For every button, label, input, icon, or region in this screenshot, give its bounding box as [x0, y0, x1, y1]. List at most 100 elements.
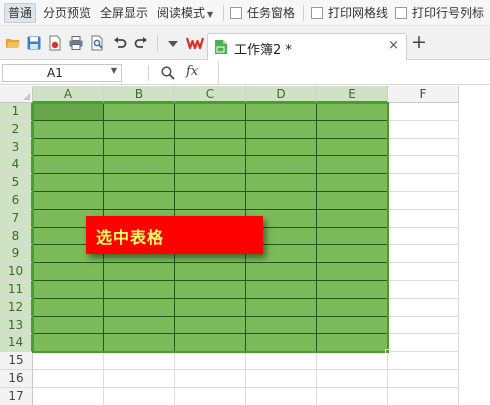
row-header-6[interactable]: 6 — [0, 192, 33, 210]
cell-e12[interactable] — [317, 298, 388, 317]
cell-c4[interactable] — [175, 156, 246, 175]
cell-d12[interactable] — [246, 298, 317, 317]
cell-e14[interactable] — [317, 334, 388, 353]
row-header-7[interactable]: 7 — [0, 209, 33, 228]
cell-a15[interactable] — [33, 352, 104, 370]
cell-a14[interactable] — [33, 334, 104, 353]
cell-b10[interactable] — [104, 263, 175, 281]
cell-e9[interactable] — [317, 245, 388, 264]
cell-a16[interactable] — [33, 370, 104, 388]
row-header-14[interactable]: 14 — [0, 334, 33, 353]
column-header-a[interactable]: A — [33, 86, 104, 103]
undo-icon[interactable] — [112, 35, 128, 51]
cell-f11[interactable] — [388, 281, 459, 299]
row-header-3[interactable]: 3 — [0, 138, 33, 157]
cell-a2[interactable] — [33, 120, 104, 139]
formula-input[interactable] — [218, 61, 490, 84]
new-tab-button[interactable]: + — [411, 32, 427, 52]
cell-c3[interactable] — [175, 138, 246, 157]
cell-c10[interactable] — [175, 263, 246, 281]
page-break-preview-button[interactable]: 分页预览 — [43, 3, 91, 23]
row-header-17[interactable]: 17 — [0, 387, 33, 405]
cell-c15[interactable] — [175, 352, 246, 370]
column-header-c[interactable]: C — [175, 86, 246, 103]
cell-e4[interactable] — [317, 156, 388, 175]
cell-c13[interactable] — [175, 316, 246, 335]
cell-d10[interactable] — [246, 263, 317, 281]
cell-b3[interactable] — [104, 138, 175, 157]
task-pane-checkbox[interactable] — [230, 7, 242, 19]
cell-b14[interactable] — [104, 334, 175, 353]
customize-dropdown-icon[interactable] — [165, 35, 181, 51]
print-headings-checkbox[interactable] — [395, 7, 407, 19]
row-header-2[interactable]: 2 — [0, 120, 33, 139]
save-icon[interactable] — [26, 35, 42, 51]
cell-f2[interactable] — [388, 120, 459, 139]
cell-e7[interactable] — [317, 209, 388, 228]
cell-c5[interactable] — [175, 174, 246, 192]
cell-f5[interactable] — [388, 174, 459, 192]
cell-c14[interactable] — [175, 334, 246, 353]
cell-f7[interactable] — [388, 209, 459, 228]
cell-d11[interactable] — [246, 281, 317, 299]
name-box[interactable]: A1 ▼ — [2, 64, 122, 82]
cell-c1[interactable] — [175, 103, 246, 121]
row-header-4[interactable]: 4 — [0, 156, 33, 175]
fx-icon[interactable]: fx — [186, 64, 198, 79]
cell-b13[interactable] — [104, 316, 175, 335]
cell-e2[interactable] — [317, 120, 388, 139]
row-header-13[interactable]: 13 — [0, 316, 33, 335]
cell-f6[interactable] — [388, 192, 459, 210]
cell-e11[interactable] — [317, 281, 388, 299]
cell-a6[interactable] — [33, 192, 104, 210]
row-header-9[interactable]: 9 — [0, 245, 33, 264]
cell-d15[interactable] — [246, 352, 317, 370]
cell-a4[interactable] — [33, 156, 104, 175]
row-header-11[interactable]: 11 — [0, 281, 33, 299]
row-header-5[interactable]: 5 — [0, 174, 33, 192]
print-gridlines-checkbox[interactable] — [311, 7, 323, 19]
zoom-icon[interactable] — [160, 65, 176, 81]
cell-d5[interactable] — [246, 174, 317, 192]
cell-c12[interactable] — [175, 298, 246, 317]
full-screen-button[interactable]: 全屏显示 — [100, 3, 148, 23]
export-pdf-icon[interactable] — [47, 35, 63, 51]
print-icon[interactable] — [68, 35, 84, 51]
cell-c17[interactable] — [175, 387, 246, 405]
cell-b11[interactable] — [104, 281, 175, 299]
row-header-8[interactable]: 8 — [0, 227, 33, 246]
cell-e8[interactable] — [317, 227, 388, 246]
cell-f8[interactable] — [388, 227, 459, 246]
column-header-f[interactable]: F — [388, 86, 459, 103]
cell-e17[interactable] — [317, 387, 388, 405]
column-header-e[interactable]: E — [317, 86, 388, 103]
cell-d6[interactable] — [246, 192, 317, 210]
cell-f14[interactable] — [388, 334, 459, 353]
cell-a11[interactable] — [33, 281, 104, 299]
cell-d2[interactable] — [246, 120, 317, 139]
cell-a1[interactable] — [33, 103, 104, 121]
cell-a10[interactable] — [33, 263, 104, 281]
chevron-down-icon[interactable]: ▼ — [111, 66, 117, 75]
cell-a13[interactable] — [33, 316, 104, 335]
cell-f12[interactable] — [388, 298, 459, 317]
row-header-12[interactable]: 12 — [0, 298, 33, 317]
cell-d13[interactable] — [246, 316, 317, 335]
row-header-15[interactable]: 15 — [0, 352, 33, 370]
cell-b2[interactable] — [104, 120, 175, 139]
close-icon[interactable]: × — [388, 38, 399, 53]
cell-b5[interactable] — [104, 174, 175, 192]
cell-e1[interactable] — [317, 103, 388, 121]
cell-f10[interactable] — [388, 263, 459, 281]
row-header-1[interactable]: 1 — [0, 103, 33, 121]
cell-a5[interactable] — [33, 174, 104, 192]
cell-f1[interactable] — [388, 103, 459, 121]
fill-handle[interactable] — [385, 349, 390, 355]
row-header-10[interactable]: 10 — [0, 263, 33, 281]
cell-b17[interactable] — [104, 387, 175, 405]
cell-d16[interactable] — [246, 370, 317, 388]
cell-b12[interactable] — [104, 298, 175, 317]
cell-f17[interactable] — [388, 387, 459, 405]
cell-d1[interactable] — [246, 103, 317, 121]
cell-e16[interactable] — [317, 370, 388, 388]
